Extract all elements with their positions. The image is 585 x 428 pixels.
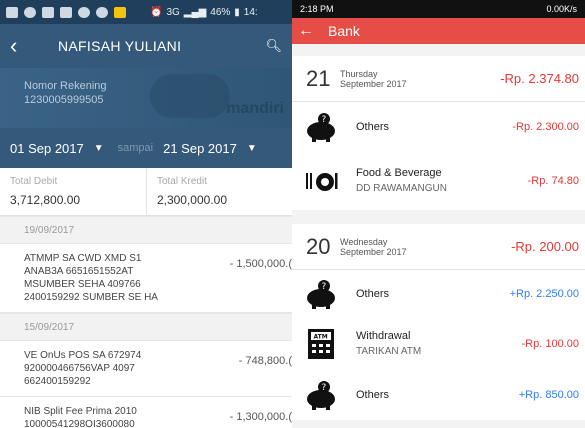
network-speed: 0.00K/s [546, 4, 577, 14]
transaction-amount: - 1,300,000.( [229, 411, 292, 423]
category-label: Withdrawal [356, 330, 411, 342]
transaction-row[interactable]: NIB Split Fee Prima 2010 10000541298OI36… [0, 397, 292, 428]
transaction-description: NIB Split Fee Prima 2010 10000541298OI36… [24, 406, 137, 428]
day-total: -Rp. 2.374.80 [500, 71, 579, 86]
day-total: -Rp. 200.00 [511, 239, 579, 254]
transaction-amount: -Rp. 74.80 [527, 175, 579, 187]
dropdown-caret-icon[interactable]: ▼ [247, 143, 257, 154]
clock: 14: [243, 6, 258, 18]
weekday: Thursday [340, 68, 378, 79]
right-screen: 2:18 PM 0.00K/s ← Bank 21 Thursday Septe… [292, 0, 585, 428]
battery-percent: 46% [210, 6, 231, 18]
date-separator: sampai [117, 142, 154, 154]
transaction-note: DD RAWAMANGUN [356, 183, 447, 194]
date-to[interactable]: 21 Sep 2017 [163, 141, 237, 156]
right-app-header: ← Bank [292, 18, 585, 44]
battery-icon: ▮ [234, 6, 240, 18]
total-credit-value: 2,300,000.00 [156, 193, 228, 207]
transaction-amount: +Rp. 850.00 [518, 389, 579, 401]
piggy-bank-question-icon: ? [304, 378, 338, 412]
svg-text:?: ? [322, 115, 327, 125]
total-debit-value: 3,712,800.00 [10, 193, 81, 207]
total-credit-label: Total Kredit [156, 176, 207, 187]
left-app-header: ‹ NAFISAH YULIANI 🔍︎ [0, 24, 292, 68]
weekday: Wednesday [340, 236, 388, 247]
day-header: 20 Wednesday September 2017 -Rp. 200.00 [292, 224, 585, 270]
whatsapp-icon [96, 6, 108, 18]
account-holder-name: NAFISAH YULIANI [58, 38, 182, 54]
left-status-bar: ⏰ 3G ▂▄▆ 46% ▮ 14: [0, 0, 292, 24]
category-label: Food & Beverage [356, 167, 442, 179]
transaction-note: TARIKAN ATM [356, 346, 422, 357]
back-arrow-icon[interactable]: ← [298, 22, 314, 40]
atm-icon: ATM [304, 327, 338, 361]
back-arrow-icon[interactable]: ‹ [10, 33, 34, 59]
svg-text:ATM: ATM [314, 334, 328, 341]
notification-icon [78, 6, 90, 18]
food-beverage-icon [304, 164, 338, 198]
left-screen: ⏰ 3G ▂▄▆ 46% ▮ 14: ‹ NAFISAH YULIANI 🔍︎ … [0, 0, 292, 428]
total-credit: Total Kredit 2,300,000.00 [145, 168, 292, 215]
bank-watermark-text: mandiri [226, 100, 284, 117]
totals-summary: Total Debit 3,712,800.00 Total Kredit 2,… [0, 168, 292, 216]
notification-icon [60, 6, 72, 18]
day-number: 21 [306, 65, 331, 91]
right-status-bar: 2:18 PM 0.00K/s [292, 0, 585, 18]
svg-text:?: ? [322, 383, 327, 393]
transaction-amount: - 1,500,000.( [229, 258, 292, 270]
piggy-bank-question-icon: ? [304, 110, 338, 144]
category-label: Others [356, 120, 390, 133]
transaction-row[interactable]: ? Others +Rp. 850.00 [292, 370, 585, 420]
transaction-row[interactable]: ATMMP SA CWD XMD S1 ANAB3A 6651651552AT … [0, 244, 292, 313]
page-title: Bank [328, 23, 360, 39]
date-from[interactable]: 01 Sep 2017 [10, 141, 84, 156]
notification-icon [6, 6, 18, 18]
transaction-row[interactable]: ? Others +Rp. 2.250.00 [292, 270, 585, 318]
day-number: 20 [306, 233, 331, 259]
notification-icon [114, 6, 126, 18]
svg-text:?: ? [322, 282, 327, 292]
month-year: September 2017 [340, 246, 407, 257]
account-banner: Nomor Rekening 1230005999505 mandiri [0, 68, 292, 128]
transaction-description: VE OnUs POS SA 672974 920000466756VAP 40… [24, 350, 142, 387]
notification-icon [42, 6, 54, 18]
date-range-selector: 01 Sep 2017 ▼ sampai 21 Sep 2017 ▼ [0, 128, 292, 168]
category-label: Others [356, 287, 390, 300]
transaction-amount: -Rp. 100.00 [521, 338, 579, 350]
transaction-row[interactable]: VE OnUs POS SA 672974 920000466756VAP 40… [0, 341, 292, 397]
transaction-row[interactable]: Food & Beverage DD RAWAMANGUN -Rp. 74.80 [292, 152, 585, 210]
transaction-amount: +Rp. 2.250.00 [509, 288, 579, 300]
transaction-amount: - 748,800.( [238, 355, 292, 367]
clock: 2:18 PM [300, 4, 334, 14]
transaction-amount: -Rp. 2.300.00 [512, 121, 579, 133]
piggy-bank-question-icon: ? [304, 277, 338, 311]
alarm-icon: ⏰ [150, 6, 163, 18]
total-debit-label: Total Debit [10, 176, 58, 187]
search-icon[interactable]: 🔍︎ [265, 38, 282, 54]
signal-icon: ▂▄▆ [183, 6, 207, 18]
bank-logo-watermark [150, 74, 230, 118]
category-label: Others [356, 388, 390, 401]
network-type: 3G [166, 6, 180, 18]
day-header: 21 Thursday September 2017 -Rp. 2.374.80 [292, 56, 585, 102]
dropdown-caret-icon[interactable]: ▼ [94, 143, 104, 154]
transaction-description: ATMMP SA CWD XMD S1 ANAB3A 6651651552AT … [24, 253, 158, 303]
total-debit: Total Debit 3,712,800.00 [0, 168, 146, 215]
notification-icon [24, 6, 36, 18]
transaction-row[interactable]: ATM Withdrawal TARIKAN ATM -Rp. 100.00 [292, 318, 585, 370]
date-group-header: 19/09/2017 [0, 216, 292, 244]
month-year: September 2017 [340, 78, 407, 89]
date-group-header: 15/09/2017 [0, 313, 292, 341]
transaction-row[interactable]: ? Others -Rp. 2.300.00 [292, 102, 585, 152]
